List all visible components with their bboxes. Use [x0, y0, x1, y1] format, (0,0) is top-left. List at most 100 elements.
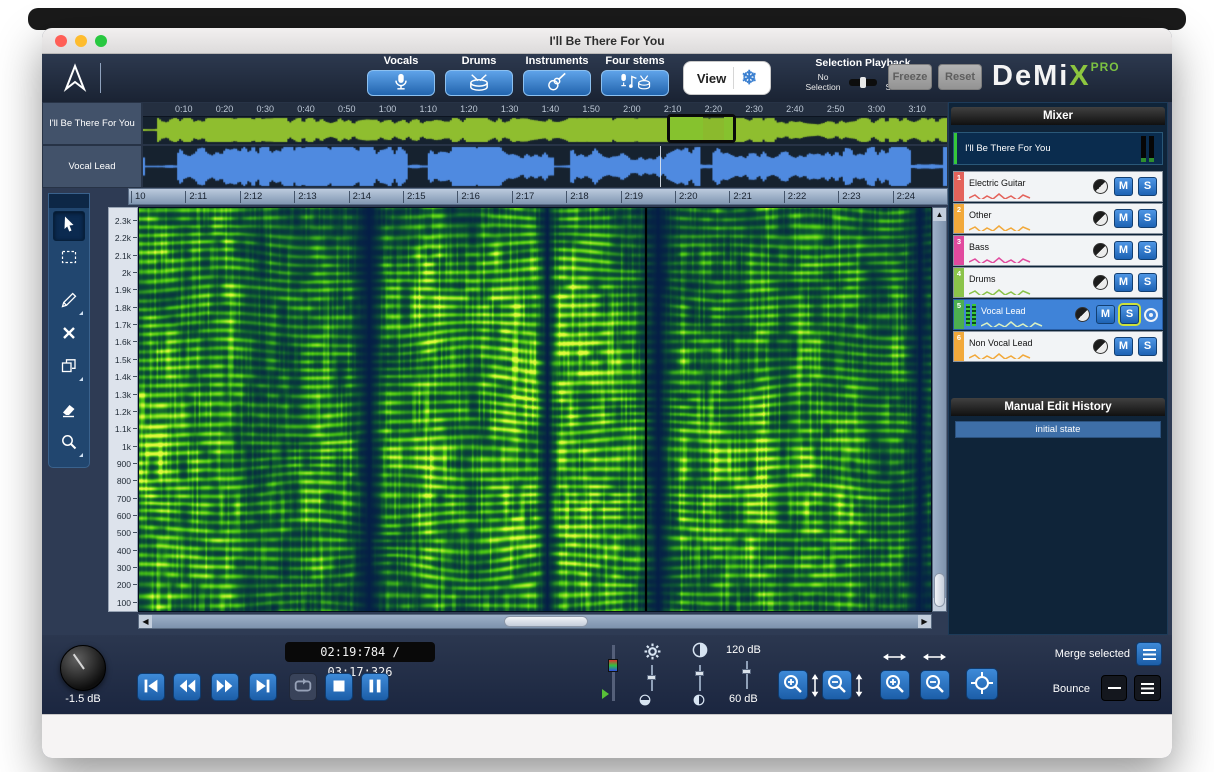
merge-menu-button[interactable] — [1136, 642, 1162, 666]
solo-button[interactable]: S — [1138, 337, 1157, 356]
volume-knob[interactable] — [60, 645, 106, 691]
zoom-tool[interactable] — [53, 429, 85, 459]
pan-knob[interactable] — [1093, 179, 1108, 194]
fast-forward-button[interactable] — [211, 673, 239, 701]
stop-button[interactable] — [325, 673, 353, 701]
loop-button[interactable] — [289, 673, 317, 701]
skip-start-button[interactable] — [137, 673, 165, 701]
bounce-remove-button[interactable] — [1101, 675, 1127, 701]
scroll-right-button[interactable]: ▶ — [918, 615, 931, 628]
tool-palette-header[interactable] — [49, 194, 89, 208]
vertical-arrows-icon[interactable] — [854, 674, 864, 702]
db-range-slider-thumb[interactable] — [742, 669, 751, 674]
solo-button[interactable]: S — [1138, 273, 1157, 292]
mute-button[interactable]: M — [1114, 337, 1133, 356]
zoom-to-selection-button[interactable] — [966, 668, 998, 700]
reset-button[interactable]: Reset — [938, 64, 982, 90]
brightness-slider-thumb[interactable] — [647, 675, 656, 680]
spectrogram-view[interactable] — [138, 207, 932, 612]
horizontal-scrollbar[interactable]: ◀ ▶ — [138, 614, 932, 629]
mixer-track-other[interactable]: 2OtherMS — [953, 203, 1163, 234]
colormap-slider-thumb[interactable] — [608, 659, 618, 672]
colormap-slider[interactable] — [606, 645, 620, 703]
solo-button[interactable]: S — [1138, 177, 1157, 196]
overview-track-row: I'll Be There For You 0:100:200:300:400:… — [42, 102, 948, 145]
scroll-up-button[interactable]: ▲ — [933, 208, 946, 221]
overview-waveform[interactable] — [143, 117, 947, 143]
vertical-scroll-track[interactable] — [933, 221, 946, 598]
vertical-scrollbar[interactable]: ▲ ▼ — [932, 207, 947, 612]
clone-tool[interactable] — [53, 353, 85, 383]
spectrogram-playhead[interactable] — [645, 208, 647, 611]
brush-tool[interactable] — [53, 287, 85, 317]
db-range-slider[interactable] — [746, 661, 748, 689]
brand-pro: PRO — [1091, 60, 1120, 74]
stem-button-drums[interactable] — [445, 70, 513, 96]
horizontal-scroll-thumb[interactable] — [504, 616, 588, 627]
time-ruler-tick: 2:12 — [244, 191, 263, 202]
selection-right-handle[interactable] — [724, 117, 733, 140]
pause-button[interactable] — [361, 673, 389, 701]
history-item[interactable]: initial state — [955, 421, 1161, 438]
overview-track[interactable]: 0:100:200:300:400:501:001:101:201:301:40… — [142, 102, 948, 145]
pan-knob[interactable] — [1093, 211, 1108, 226]
mixer-track-electric-guitar[interactable]: 1Electric GuitarMS — [953, 171, 1163, 202]
mute-button[interactable]: M — [1114, 273, 1133, 292]
mute-button[interactable]: M — [1114, 177, 1133, 196]
freeze-button[interactable]: Freeze — [888, 64, 932, 90]
mixer-track-non-vocal-lead[interactable]: 6Non Vocal LeadMS — [953, 331, 1163, 362]
vocal-lead-track[interactable] — [142, 145, 948, 188]
zoomed-time-ruler[interactable]: 102:112:122:132:142:152:162:172:182:192:… — [128, 188, 948, 205]
view-button[interactable]: View ❄ — [683, 61, 771, 95]
vertical-arrows-icon[interactable] — [810, 674, 820, 702]
stem-button-instruments[interactable] — [523, 70, 591, 96]
master-track-row[interactable]: I'll Be There For You — [953, 132, 1163, 165]
marquee-select-tool[interactable] — [53, 244, 85, 274]
brand-name: DeMi — [992, 60, 1069, 92]
mixer-track-bass[interactable]: 3BassMS — [953, 235, 1163, 266]
skip-end-button[interactable] — [249, 673, 277, 701]
mixer-track-drums[interactable]: 4DrumsMS — [953, 267, 1163, 298]
selection-playback-thumb[interactable] — [860, 77, 866, 88]
zoom-in-vertical-button[interactable] — [778, 670, 808, 700]
vocal-waveform[interactable] — [143, 146, 947, 187]
stem-button-four-stems[interactable] — [601, 70, 669, 96]
solo-button[interactable]: S — [1120, 305, 1139, 324]
selection-left-handle[interactable] — [670, 117, 703, 140]
mute-button[interactable]: M — [1114, 209, 1133, 228]
overview-time-ruler[interactable]: 0:100:200:300:400:501:001:101:201:301:40… — [143, 103, 947, 117]
eraser-tool[interactable] — [53, 396, 85, 426]
spectrogram-canvas[interactable] — [139, 208, 931, 611]
rewind-button[interactable] — [173, 673, 201, 701]
selection-playback-slider[interactable] — [849, 79, 877, 86]
four-stems-icon — [618, 72, 652, 95]
delete-tool[interactable] — [53, 320, 85, 350]
contrast-slider-thumb[interactable] — [695, 671, 704, 676]
solo-button[interactable]: S — [1138, 241, 1157, 260]
pan-knob[interactable] — [1093, 243, 1108, 258]
main-toolbar: VocalsDrumsInstrumentsFour stems View ❄ … — [42, 54, 1172, 102]
settings-gear-icon[interactable] — [644, 643, 661, 665]
zoom-in-horizontal-button[interactable] — [880, 670, 910, 700]
mixer-track-vocal-lead[interactable]: 5Vocal LeadMS — [953, 299, 1163, 330]
mute-button[interactable]: M — [1114, 241, 1133, 260]
vertical-scroll-thumb[interactable] — [934, 573, 945, 607]
pan-knob[interactable] — [1075, 307, 1090, 322]
scroll-left-button[interactable]: ◀ — [139, 615, 152, 628]
stem-button-vocals[interactable] — [367, 70, 435, 96]
pointer-tool[interactable] — [53, 211, 85, 241]
solo-target-icon[interactable] — [1144, 308, 1158, 322]
horizontal-arrows-icon[interactable] — [923, 649, 946, 667]
pan-knob[interactable] — [1093, 275, 1108, 290]
solo-button[interactable]: S — [1138, 209, 1157, 228]
horizontal-arrows-icon[interactable] — [883, 649, 906, 667]
pan-knob[interactable] — [1093, 339, 1108, 354]
mute-button[interactable]: M — [1096, 305, 1115, 324]
zoom-out-vertical-button[interactable] — [822, 670, 852, 700]
bounce-menu-button[interactable] — [1134, 675, 1161, 701]
contrast-slider[interactable] — [699, 665, 701, 691]
horizontal-scroll-track[interactable] — [152, 615, 918, 628]
view-region-selector[interactable] — [667, 114, 736, 143]
frequency-label: 100 — [109, 598, 137, 608]
zoom-out-horizontal-button[interactable] — [920, 670, 950, 700]
